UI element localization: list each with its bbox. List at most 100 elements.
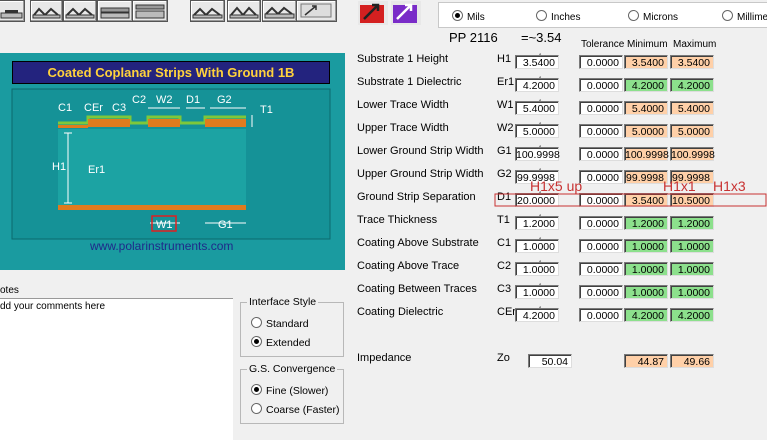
structure-button-6[interactable]: [190, 0, 225, 22]
notes-label: otes: [0, 285, 19, 296]
param-tolerance-input[interactable]: 0.0000: [579, 55, 623, 69]
radio-icon: [628, 10, 639, 21]
notes-textarea[interactable]: dd your comments here: [0, 298, 233, 440]
structure-button-2[interactable]: [30, 0, 63, 22]
param-minimum: 100.9998: [624, 147, 669, 161]
param-value-input[interactable]: 1.0000: [515, 262, 559, 276]
interface-standard-option[interactable]: Standard: [251, 317, 309, 330]
label-w1: W1: [156, 219, 173, 231]
param-minimum: 5.0000: [624, 124, 668, 138]
annotation-h1x1: H1x1: [663, 178, 696, 194]
label-w2: W2: [156, 94, 173, 106]
param-label: Upper Trace Width: [357, 122, 449, 134]
param-symbol: C2: [497, 260, 512, 272]
unit-label: Microns: [643, 12, 679, 23]
annotation-h1x3: H1x3: [713, 178, 746, 194]
label-c1: C1: [58, 102, 73, 114]
param-minimum: 1.0000: [624, 285, 668, 299]
param-value-input[interactable]: 1.2000: [515, 216, 559, 230]
param-symbol: G1: [497, 145, 512, 157]
units-group: Mils Inches Microns Millime: [438, 2, 767, 28]
structure-button-3[interactable]: [63, 0, 97, 22]
unit-label: Mils: [467, 12, 485, 23]
param-tolerance-input[interactable]: 0.0000: [579, 170, 623, 184]
unit-option-microns[interactable]: Microns: [628, 10, 678, 23]
stack-value: =~3.54: [521, 30, 562, 45]
param-value-input[interactable]: 1.0000: [515, 285, 559, 299]
param-tolerance-input[interactable]: 0.0000: [579, 101, 623, 115]
unit-label: Inches: [551, 12, 581, 23]
param-maximum: 3.5400: [670, 55, 714, 69]
structure-button-5[interactable]: [132, 0, 168, 22]
option-label: Fine (Slower): [266, 385, 329, 397]
param-maximum: 1.0000: [670, 239, 714, 253]
label-d1: D1: [186, 94, 201, 106]
param-value-input[interactable]: 100.9998: [515, 147, 560, 161]
param-value-input[interactable]: 1.0000: [515, 239, 559, 253]
radio-icon: [251, 317, 262, 328]
structure-button-1[interactable]: [0, 0, 25, 22]
unit-option-millimetres[interactable]: Millime: [722, 10, 767, 23]
param-symbol: H1: [497, 53, 512, 65]
label-h1: H1: [52, 161, 67, 173]
structure-button-4[interactable]: [97, 0, 133, 22]
param-maximum: 1.0000: [670, 285, 714, 299]
label-cer: CEr: [84, 102, 103, 114]
label-g2: G2: [217, 94, 232, 106]
convergence-fine-option[interactable]: Fine (Slower): [251, 384, 328, 397]
param-tolerance-input[interactable]: 0.0000: [579, 308, 623, 322]
param-value-input[interactable]: 4.2000: [515, 308, 559, 322]
param-label: Coating Above Substrate: [357, 237, 479, 249]
param-maximum: 5.0000: [670, 124, 714, 138]
unit-option-mils[interactable]: Mils: [452, 10, 485, 23]
param-value-input[interactable]: 4.2000: [515, 78, 559, 92]
purple-arrow-icon[interactable]: [391, 1, 421, 28]
header-tolerance: Tolerance: [581, 39, 625, 50]
interface-style-group: Interface Style Standard Extended: [240, 296, 344, 357]
param-label: Substrate 1 Dielectric: [357, 76, 462, 88]
param-value-input[interactable]: 5.0000: [515, 124, 559, 138]
param-tolerance-input[interactable]: 0.0000: [579, 78, 623, 92]
param-tolerance-input[interactable]: 0.0000: [579, 285, 623, 299]
header-maximum: Maximum: [673, 39, 717, 50]
option-label: Standard: [266, 318, 309, 330]
radio-icon: [452, 10, 463, 21]
convergence-group: G.S. Convergence Fine (Slower) Coarse (F…: [240, 363, 344, 424]
param-tolerance-input[interactable]: 0.0000: [579, 147, 623, 161]
interface-extended-option[interactable]: Extended: [251, 336, 310, 349]
param-symbol: W2: [497, 122, 514, 134]
notes-text: dd your comments here: [0, 301, 106, 312]
param-value-input[interactable]: 3.5400: [515, 55, 559, 69]
param-tolerance-input[interactable]: 0.0000: [579, 239, 623, 253]
param-maximum: 1.0000: [670, 262, 714, 276]
convergence-coarse-option[interactable]: Coarse (Faster): [251, 403, 340, 416]
label-g1: G1: [218, 219, 233, 231]
radio-icon: [251, 336, 262, 347]
unit-label: Millime: [737, 12, 767, 23]
param-tolerance-input[interactable]: 0.0000: [579, 262, 623, 276]
header-minimum: Minimum: [627, 39, 668, 50]
param-minimum: 4.2000: [624, 308, 668, 322]
param-minimum: 1.0000: [624, 239, 668, 253]
structure-button-7[interactable]: [227, 0, 261, 22]
param-tolerance-input[interactable]: 0.0000: [579, 124, 623, 138]
param-symbol: G2: [497, 168, 512, 180]
impedance-maximum: 49.66: [670, 354, 714, 368]
param-tolerance-input[interactable]: 0.0000: [579, 216, 623, 230]
calculate-button[interactable]: [296, 0, 337, 22]
label-c3: C3: [112, 102, 127, 114]
red-arrow-icon[interactable]: [358, 1, 388, 28]
radio-icon: [251, 403, 262, 414]
param-label: Ground Strip Separation: [357, 191, 476, 203]
param-label: Coating Dielectric: [357, 306, 444, 318]
unit-option-inches[interactable]: Inches: [536, 10, 580, 23]
param-label: Substrate 1 Height: [357, 53, 449, 65]
param-maximum: 4.2000: [670, 78, 714, 92]
structure-diagram: Coated Coplanar Strips With Ground 1B C1…: [0, 53, 345, 270]
label-er1: Er1: [88, 164, 106, 176]
param-value-input[interactable]: 5.4000: [515, 101, 559, 115]
param-symbol: C3: [497, 283, 512, 295]
param-symbol: Er1: [497, 76, 515, 88]
param-label: Lower Ground Strip Width: [357, 145, 484, 157]
structure-button-8[interactable]: [262, 0, 297, 22]
